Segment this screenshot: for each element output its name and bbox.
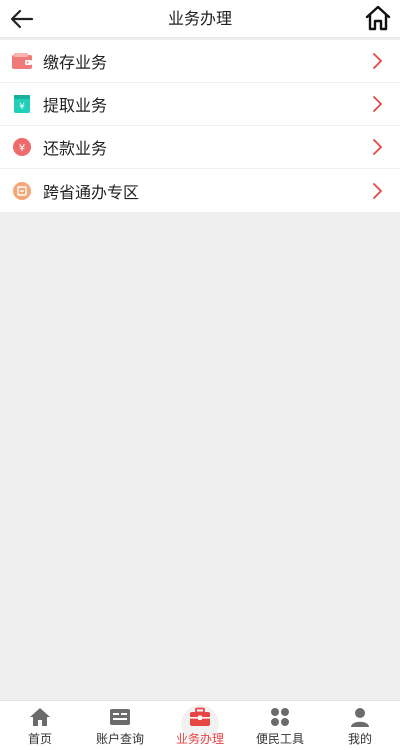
chevron-right-icon xyxy=(373,96,382,112)
menu-item-repayment[interactable]: ¥ 还款业务 xyxy=(0,126,400,169)
service-menu: 缴存业务 ¥ 提取业务 ¥ 还款业务 跨省通办专区 xyxy=(0,40,400,212)
bottom-tab-bar: 首页 账户查询 业务办理 便民工具 我的 xyxy=(0,700,400,750)
menu-item-label: 提取业务 xyxy=(43,96,108,115)
svg-text:¥: ¥ xyxy=(19,143,25,154)
menu-item-label: 缴存业务 xyxy=(43,53,108,72)
user-icon xyxy=(351,708,369,727)
tab-label: 便民工具 xyxy=(255,732,304,746)
menu-item-cross-province[interactable]: 跨省通办专区 xyxy=(0,169,400,212)
tab-tools[interactable]: 便民工具 xyxy=(240,701,320,750)
menu-item-label: 跨省通办专区 xyxy=(43,182,140,202)
tab-label: 业务办理 xyxy=(175,732,224,746)
tab-mine[interactable]: 我的 xyxy=(320,701,400,750)
tab-label: 账户查询 xyxy=(95,732,144,746)
grid-icon xyxy=(271,708,289,726)
loan-badge-icon xyxy=(11,180,33,202)
tab-label: 首页 xyxy=(27,732,52,746)
chevron-right-icon xyxy=(373,182,382,199)
account-card-icon xyxy=(110,709,130,725)
tab-home[interactable]: 首页 xyxy=(0,701,80,750)
svg-text:¥: ¥ xyxy=(19,102,25,112)
tab-business[interactable]: 业务办理 xyxy=(160,701,240,750)
menu-item-label: 还款业务 xyxy=(43,139,108,158)
page-title: 业务办理 xyxy=(167,9,232,28)
menu-item-withdraw[interactable]: ¥ 提取业务 xyxy=(0,83,400,126)
briefcase-icon xyxy=(190,707,210,726)
home-icon xyxy=(30,708,50,726)
tab-account-query[interactable]: 账户查询 xyxy=(80,701,160,750)
home-icon[interactable] xyxy=(364,4,392,32)
yuan-circle-icon: ¥ xyxy=(11,136,33,158)
wallet-icon xyxy=(11,50,33,72)
tab-label: 我的 xyxy=(347,732,372,746)
yuan-box-icon: ¥ xyxy=(11,93,33,115)
top-bar: 业务办理 xyxy=(0,0,400,38)
chevron-right-icon xyxy=(373,139,382,155)
menu-item-deposit[interactable]: 缴存业务 xyxy=(0,40,400,83)
chevron-right-icon xyxy=(373,53,382,69)
